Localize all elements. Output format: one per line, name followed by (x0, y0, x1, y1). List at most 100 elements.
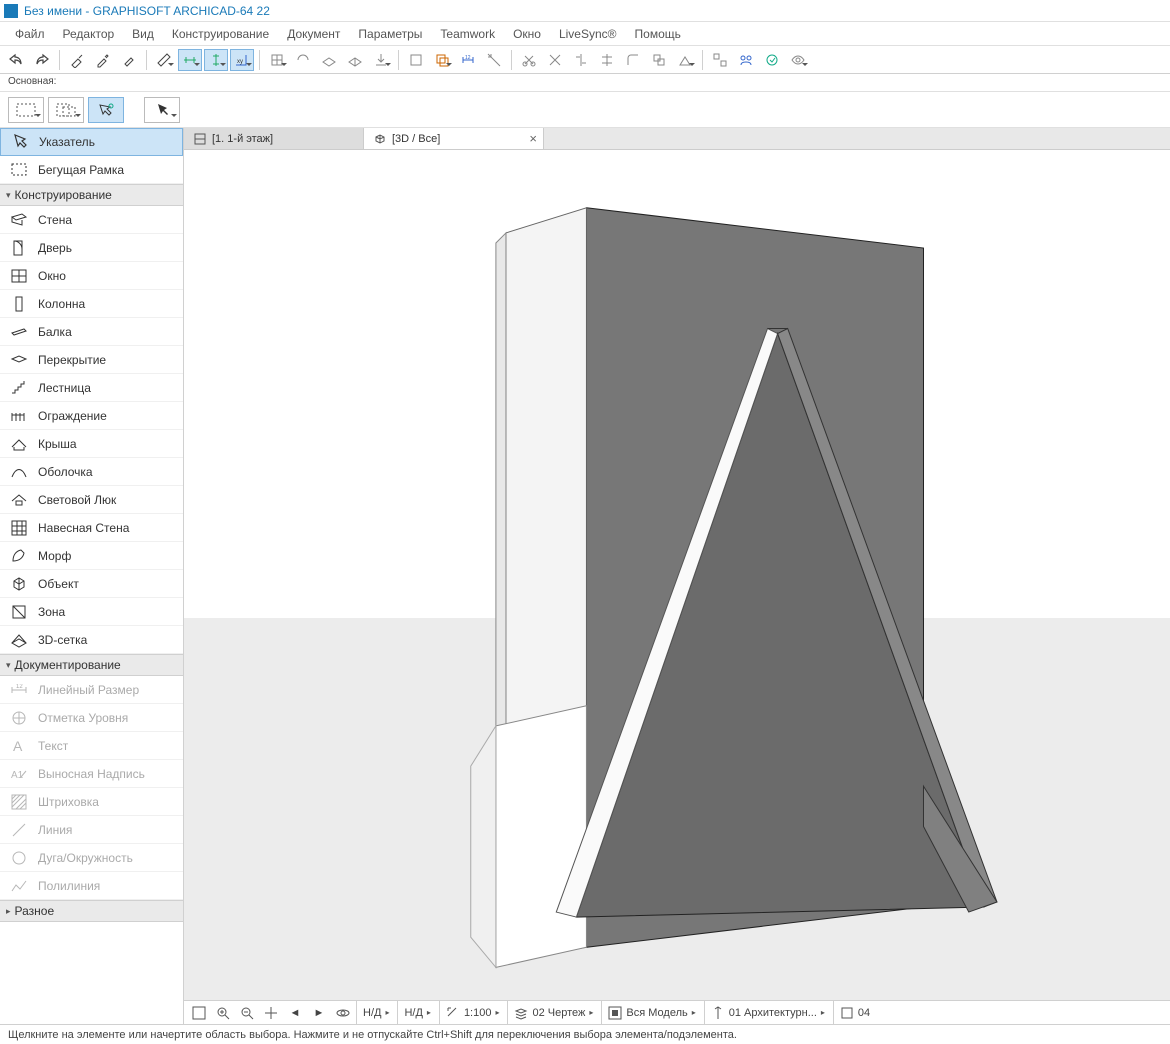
tool-дуга-окружность[interactable]: Дуга/Окружность (0, 844, 183, 872)
intersect-button[interactable] (595, 49, 619, 71)
tool-бегущая-рамка[interactable]: Бегущая Рамка (0, 156, 183, 184)
tool-выносная-надпись[interactable]: A1Выносная Надпись (0, 760, 183, 788)
tool-штриховка[interactable]: Штриховка (0, 788, 183, 816)
tool-крыша[interactable]: Крыша (0, 430, 183, 458)
menu-окно[interactable]: Окно (504, 24, 550, 44)
guide-v-button[interactable] (204, 49, 228, 71)
tool-label: Световой Люк (38, 493, 116, 507)
menu-конструирование[interactable]: Конструирование (163, 24, 278, 44)
zoom-in-button[interactable] (212, 1003, 234, 1023)
plane-button[interactable] (317, 49, 341, 71)
eyedropper-button[interactable] (91, 49, 115, 71)
syringe-button[interactable] (117, 49, 141, 71)
status-bar: Щелкните на элементе или начертите облас… (0, 1024, 1170, 1044)
suspend-button[interactable] (404, 49, 428, 71)
close-icon[interactable]: × (529, 131, 537, 146)
quick-select-mode[interactable] (88, 97, 124, 123)
guide-xy-button[interactable]: xy (230, 49, 254, 71)
group-документирование[interactable]: Документирование (0, 654, 183, 676)
main-toolbar: xy 12 (0, 46, 1170, 74)
trace-button[interactable] (430, 49, 454, 71)
guide-h-button[interactable] (178, 49, 202, 71)
renovation-slot[interactable]: 04 (833, 1001, 876, 1024)
gravity-button[interactable] (369, 49, 393, 71)
menu-параметры[interactable]: Параметры (349, 24, 431, 44)
open-view-button[interactable] (673, 49, 697, 71)
menu-вид[interactable]: Вид (123, 24, 163, 44)
layer-combo-slot[interactable]: 02 Чертеж▸ (507, 1001, 599, 1024)
tool-линия[interactable]: Линия (0, 816, 183, 844)
ruler-button[interactable] (152, 49, 176, 71)
next-zoom-button[interactable]: ► (308, 1003, 330, 1023)
tool-световой-люк[interactable]: Световой Люк (0, 486, 183, 514)
prev-zoom-button[interactable]: ◄ (284, 1003, 306, 1023)
tab--3d-все-[interactable]: [3D / Все]× (364, 128, 544, 149)
resize-button[interactable] (647, 49, 671, 71)
fillet-button[interactable] (621, 49, 645, 71)
tool-label: Оболочка (38, 465, 93, 479)
tab--1-1-й-этаж-[interactable]: [1. 1-й этаж] (184, 128, 364, 149)
cut-button[interactable] (517, 49, 541, 71)
tool-отметка-уровня[interactable]: Отметка Уровня (0, 704, 183, 732)
undo-button[interactable] (4, 49, 28, 71)
tool-лестница[interactable]: Лестница (0, 374, 183, 402)
toolbar-sublabel: Основная: (0, 74, 1170, 92)
menu-teamwork[interactable]: Teamwork (431, 24, 504, 44)
tool-указатель[interactable]: Указатель (0, 128, 183, 156)
tool-оболочка[interactable]: Оболочка (0, 458, 183, 486)
orbit-button[interactable] (332, 1003, 354, 1023)
pick-button[interactable] (65, 49, 89, 71)
menu-файл[interactable]: Файл (6, 24, 54, 44)
menu-livesync®[interactable]: LiveSync® (550, 24, 626, 44)
dimension-button[interactable]: 12 (456, 49, 480, 71)
reserve-button[interactable] (760, 49, 784, 71)
redo-button[interactable] (30, 49, 54, 71)
pen-set-slot[interactable]: 01 Архитектурн...▸ (704, 1001, 831, 1024)
tool-окно[interactable]: Окно (0, 262, 183, 290)
tool-морф[interactable]: Морф (0, 542, 183, 570)
tool-дверь[interactable]: Дверь (0, 234, 183, 262)
menu-редактор[interactable]: Редактор (54, 24, 124, 44)
tool-навесная-стена[interactable]: Навесная Стена (0, 514, 183, 542)
view-tabs: [1. 1-й этаж][3D / Все]× (184, 128, 1170, 150)
group-конструирование[interactable]: Конструирование (0, 184, 183, 206)
marquee-mode-2[interactable] (48, 97, 84, 123)
arrow-mode[interactable] (144, 97, 180, 123)
tool-ограждение[interactable]: Ограждение (0, 402, 183, 430)
tool-label: Дуга/Окружность (38, 851, 133, 865)
tool-icon (10, 519, 28, 537)
snap-button[interactable] (291, 49, 315, 71)
group-button[interactable] (708, 49, 732, 71)
tool-колонна[interactable]: Колонна (0, 290, 183, 318)
show-button[interactable] (786, 49, 810, 71)
pan-button[interactable] (260, 1003, 282, 1023)
tool-стена[interactable]: Стена (0, 206, 183, 234)
scale-slot[interactable]: 1:100▸ (439, 1001, 506, 1024)
grid-button[interactable] (265, 49, 289, 71)
orientation-slot[interactable]: Н/Д▸ (356, 1001, 395, 1024)
tool-полилиния[interactable]: Полилиния (0, 872, 183, 900)
tool-icon (10, 267, 28, 285)
zoom-out-button[interactable] (236, 1003, 258, 1023)
tool-текст[interactable]: AТекст (0, 732, 183, 760)
tool-линейный-размер[interactable]: 12Линейный Размер (0, 676, 183, 704)
edit-plane-button[interactable] (343, 49, 367, 71)
tool-перекрытие[interactable]: Перекрытие (0, 346, 183, 374)
tool-3d-сетка[interactable]: 3D-сетка (0, 626, 183, 654)
group-разное[interactable]: Разное (0, 900, 183, 922)
3d-viewport[interactable] (184, 150, 1170, 1000)
tool-объект[interactable]: Объект (0, 570, 183, 598)
teamwork-button[interactable] (734, 49, 758, 71)
measure-button[interactable] (482, 49, 506, 71)
adjust-button[interactable] (543, 49, 567, 71)
zoom-extents-button[interactable] (188, 1003, 210, 1023)
marquee-mode-1[interactable] (8, 97, 44, 123)
tool-icon (10, 161, 28, 179)
menu-помощь[interactable]: Помощь (626, 24, 690, 44)
menu-документ[interactable]: Документ (278, 24, 349, 44)
projection-slot[interactable]: Н/Д▸ (397, 1001, 436, 1024)
tool-балка[interactable]: Балка (0, 318, 183, 346)
split-button[interactable] (569, 49, 593, 71)
tool-зона[interactable]: Зона (0, 598, 183, 626)
partial-display-slot[interactable]: Вся Модель▸ (601, 1001, 701, 1024)
